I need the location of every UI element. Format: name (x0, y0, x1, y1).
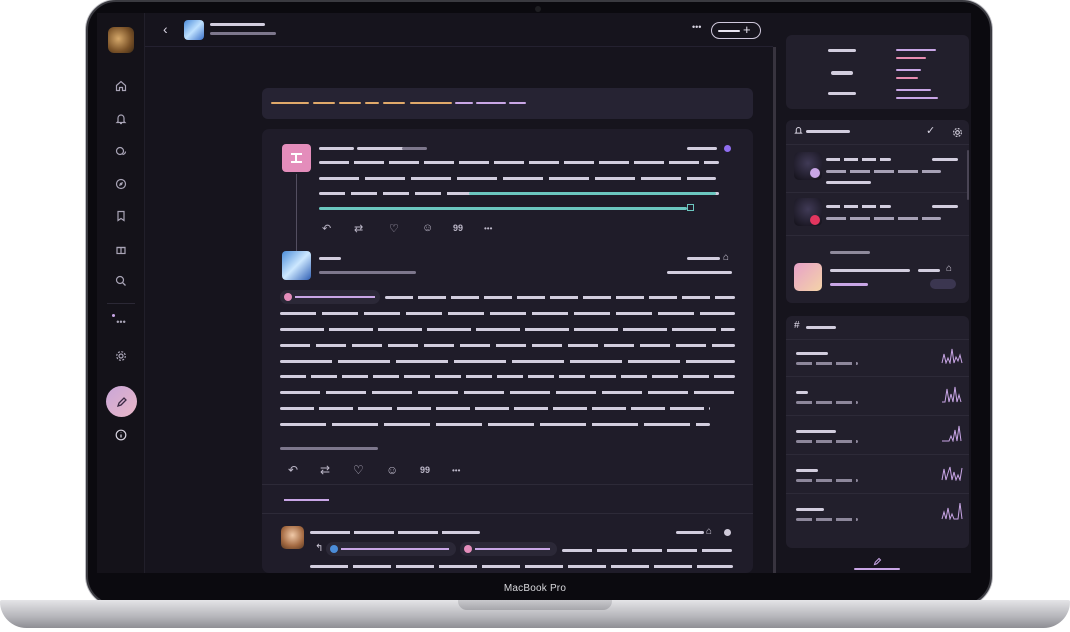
main-reply-button[interactable]: ↶ (288, 463, 298, 477)
notification-pill[interactable] (930, 279, 956, 289)
info-icon[interactable] (112, 426, 130, 444)
back-button[interactable]: ‹ (163, 21, 168, 37)
trend-sparkline (941, 348, 963, 364)
bell-icon[interactable] (112, 110, 130, 128)
parent-more-button[interactable]: ••• (484, 224, 492, 233)
parent-like-button[interactable]: ♡ (389, 222, 399, 235)
parent-quote-button[interactable]: 99 (453, 223, 463, 233)
thread-line (296, 174, 297, 260)
like-badge-icon (810, 168, 820, 178)
unread-dot (112, 314, 115, 317)
reply-home-icon: ⌂ (706, 526, 713, 537)
trend-sparkline (941, 466, 963, 481)
add-button[interactable]: + (711, 22, 761, 39)
trending-panel: # (786, 316, 969, 548)
right-sidebar: ✓ ⌂ # (776, 13, 971, 573)
main-post-avatar[interactable] (282, 251, 311, 280)
thread-card: ↶ ⇄ ♡ ☺ 99 ••• ⌂ ↶ ⇄ ♡ ☺ 99 ••• ⌂ ↰ (262, 129, 753, 573)
thread-header: ‹ ••• + (145, 13, 773, 47)
trend-sparkline (942, 425, 962, 442)
notification-avatar-three[interactable] (794, 263, 822, 291)
notifications-bell-icon (794, 126, 803, 138)
reply-to-pill[interactable] (280, 290, 380, 304)
main-react-button[interactable]: ☺ (386, 463, 398, 477)
nav-rail: ••• (97, 13, 145, 573)
reply-pill-two[interactable] (460, 542, 557, 556)
more-button[interactable]: ••• (692, 22, 701, 32)
bookmark-icon[interactable] (112, 207, 130, 225)
gear-icon[interactable] (112, 347, 130, 365)
laptop-frame: MacBook Pro ••• ‹ ••• + ↶ ⇄ ♡ ☺ 99 ••• ⌂… (0, 0, 1070, 632)
trend-sparkline (942, 386, 962, 403)
parent-repost-button[interactable]: ⇄ (354, 222, 363, 235)
header-subtitle (210, 32, 276, 35)
notification-home-icon: ⌂ (946, 263, 953, 274)
compose-button[interactable] (106, 386, 137, 417)
trend-sparkline (941, 502, 963, 520)
stats-panel (786, 35, 969, 109)
parent-post-avatar[interactable] (282, 144, 311, 172)
heart-badge-icon (810, 215, 820, 225)
parent-react-button[interactable]: ☺ (422, 222, 433, 234)
home-icon[interactable] (112, 77, 130, 95)
verified-badge-icon (724, 145, 731, 152)
thread-column: ↶ ⇄ ♡ ☺ 99 ••• ⌂ ↶ ⇄ ♡ ☺ 99 ••• ⌂ ↰ (145, 47, 773, 573)
notifications-panel: ✓ ⌂ (786, 120, 969, 303)
reply-avatar[interactable] (281, 526, 304, 549)
home-badge-icon: ⌂ (723, 252, 730, 263)
laptop-base-notch (458, 600, 612, 610)
header-title (210, 23, 265, 26)
parent-reply-button[interactable]: ↶ (322, 222, 331, 235)
tab-replies[interactable] (284, 499, 329, 501)
main-quote-button[interactable]: 99 (420, 465, 430, 475)
camera (535, 6, 541, 12)
notifications-scrollbar[interactable] (967, 150, 969, 200)
external-link-icon[interactable] (687, 204, 694, 211)
reply-indicator-icon: ↰ (315, 543, 324, 554)
chat-icon[interactable] (112, 143, 130, 161)
main-more-button[interactable]: ••• (452, 466, 460, 475)
compass-icon[interactable] (112, 175, 130, 193)
mark-read-icon[interactable]: ✓ (926, 124, 935, 137)
reply-badge-icon (724, 529, 731, 536)
notifications-gear-icon[interactable] (952, 125, 963, 143)
gift-icon[interactable] (112, 240, 130, 258)
hashtag-icon: # (794, 320, 800, 331)
main-repost-button[interactable]: ⇄ (320, 463, 330, 477)
reply-pill-one[interactable] (326, 542, 456, 556)
rail-divider (107, 303, 135, 304)
account-avatar[interactable] (108, 27, 134, 53)
compose-icon (116, 396, 127, 407)
main-like-button[interactable]: ♡ (353, 463, 364, 477)
device-label: MacBook Pro (503, 583, 567, 594)
search-icon[interactable] (112, 272, 130, 290)
screen: ••• ‹ ••• + ↶ ⇄ ♡ ☺ 99 ••• ⌂ ↶ ⇄ ♡ ☺ 99 … (97, 13, 971, 573)
header-avatar (184, 20, 204, 40)
notice-banner (262, 88, 753, 119)
